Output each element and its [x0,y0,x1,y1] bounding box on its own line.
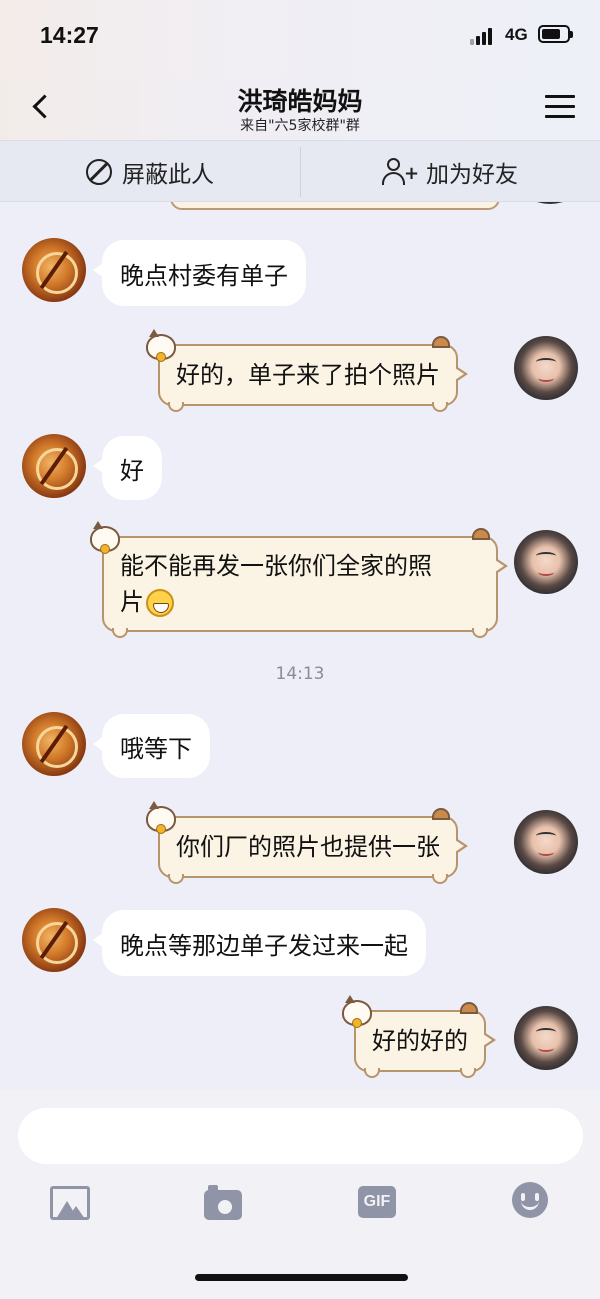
avatar-me[interactable] [514,1006,578,1070]
message-text: 哦等下 [120,734,192,763]
gif-icon[interactable]: GIF [358,1186,396,1218]
status-time: 14:27 [40,22,99,48]
avatar-me [520,202,580,204]
message-bubble-me[interactable]: 你们厂的照片也提供一张 [146,801,468,884]
message-text-line-2: 片 [120,588,144,616]
battery-icon [538,25,573,43]
avatar-me[interactable] [514,530,578,594]
cat-decoration-icon [146,329,176,362]
block-user-label: 屏蔽此人 [122,162,214,188]
message-text: 好的好的 [372,1027,468,1055]
message-text: 晚点村委有单子 [120,261,288,290]
message-text: 晚点等那边单子发过来一起 [120,931,408,960]
cat-decoration-icon [342,995,372,1028]
chat-header: 洪琦皓妈妈 来自"六5家校群"群 [0,78,600,140]
cat-decoration-icon [90,521,120,554]
avatar-me[interactable] [514,336,578,400]
contact-source: 来自"六5家校群"群 [240,118,360,134]
message-bubble-them[interactable]: 晚点等那边单子发过来一起 [93,910,426,976]
message-text: 好的，单子来了拍个照片 [176,361,440,389]
message-text-line-1: 能不能再发一张你们全家的照 [120,552,432,580]
partial-message-bubble [170,202,500,210]
camera-icon[interactable] [204,1185,242,1220]
stranger-action-bar: 屏蔽此人 + 加为好友 [0,140,600,202]
image-icon[interactable] [50,1186,90,1220]
chevron-left-icon [31,93,57,119]
home-indicator[interactable] [195,1274,408,1281]
avatar-me[interactable] [514,810,578,874]
back-button[interactable] [20,84,60,128]
cat-decoration-icon [146,801,176,834]
input-area: GIF [0,1090,600,1299]
add-friend-label: 加为好友 [426,162,518,188]
signal-strength-icon [470,27,496,45]
gif-label: GIF [363,1193,391,1210]
hamburger-menu-icon [545,95,575,98]
avatar-them[interactable] [22,434,86,498]
timestamp: 14:13 [275,664,325,684]
message-bubble-them[interactable]: 晚点村委有单子 [93,240,306,306]
network-type: 4G [505,25,528,44]
message-text: 你们厂的照片也提供一张 [176,833,440,861]
add-friend-icon: + [382,157,419,187]
message-bubble-me[interactable]: 能不能再发一张你们全家的照 片 [90,521,508,638]
block-icon [86,159,112,185]
menu-button[interactable] [540,92,580,122]
message-bubble-me[interactable]: 好的，单子来了拍个照片 [146,329,468,412]
avatar-them[interactable] [22,238,86,302]
avatar-them[interactable] [22,908,86,972]
message-bubble-them[interactable]: 好 [93,436,162,500]
message-text: 好 [120,456,144,485]
add-friend-button[interactable]: + 加为好友 [300,141,600,203]
grinning-face-icon [146,589,174,617]
message-list[interactable]: 晚点村委有单子 好的，单子来了拍个照片 好 能不能再发一张你们全家的照 片 14… [0,202,600,1090]
contact-name: 洪琦皓妈妈 [237,87,363,116]
block-user-button[interactable]: 屏蔽此人 [0,141,300,203]
message-bubble-them[interactable]: 哦等下 [93,714,210,778]
message-input[interactable] [18,1108,583,1164]
message-bubble-me[interactable]: 好的好的 [342,995,496,1078]
emoji-icon[interactable] [512,1182,548,1218]
status-bar: 14:27 4G [0,0,600,78]
avatar-them[interactable] [22,712,86,776]
